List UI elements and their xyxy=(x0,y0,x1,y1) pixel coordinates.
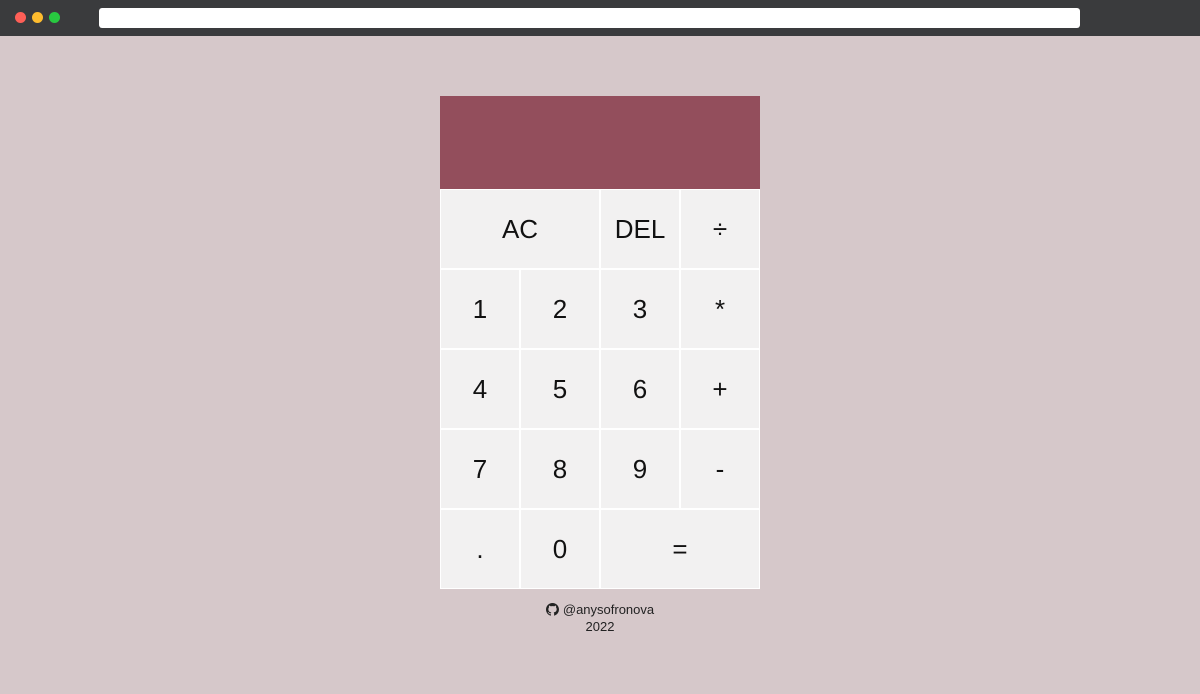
digit-8-button[interactable]: 8 xyxy=(520,429,600,509)
author-link[interactable]: @anysofronova xyxy=(563,601,654,618)
digit-3-button[interactable]: 3 xyxy=(600,269,680,349)
divide-button[interactable]: ÷ xyxy=(680,189,760,269)
plus-button[interactable]: + xyxy=(680,349,760,429)
browser-toolbar xyxy=(0,0,1200,36)
window-close-button[interactable] xyxy=(15,12,26,23)
window-minimize-button[interactable] xyxy=(32,12,43,23)
digit-5-button[interactable]: 5 xyxy=(520,349,600,429)
window-maximize-button[interactable] xyxy=(49,12,60,23)
calculator-keypad: AC DEL ÷ 1 2 3 * 4 5 6 +7 8 9-. 0 = xyxy=(440,189,760,589)
digit-6-button[interactable]: 6 xyxy=(600,349,680,429)
calculator: AC DEL ÷ 1 2 3 * 4 5 6 +7 8 9-. 0 = xyxy=(440,96,760,589)
digit-0-button[interactable]: 0 xyxy=(520,509,600,589)
digit-7-button[interactable]: 7 xyxy=(440,429,520,509)
address-bar[interactable] xyxy=(99,8,1080,28)
footer-year: 2022 xyxy=(585,619,615,634)
digit-4-button[interactable]: 4 xyxy=(440,349,520,429)
minus-button[interactable]: - xyxy=(680,429,760,509)
clear-button[interactable]: AC xyxy=(440,189,600,269)
digit-2-button[interactable]: 2 xyxy=(520,269,600,349)
footer: @anysofronova 2022 xyxy=(440,601,760,635)
github-icon[interactable] xyxy=(545,603,559,616)
calculator-display xyxy=(440,96,760,189)
digit-9-button[interactable]: 9 xyxy=(600,429,680,509)
decimal-button[interactable]: . xyxy=(440,509,520,589)
delete-button[interactable]: DEL xyxy=(600,189,680,269)
multiply-button[interactable]: * xyxy=(680,269,760,349)
digit-1-button[interactable]: 1 xyxy=(440,269,520,349)
equals-button[interactable]: = xyxy=(600,509,760,589)
